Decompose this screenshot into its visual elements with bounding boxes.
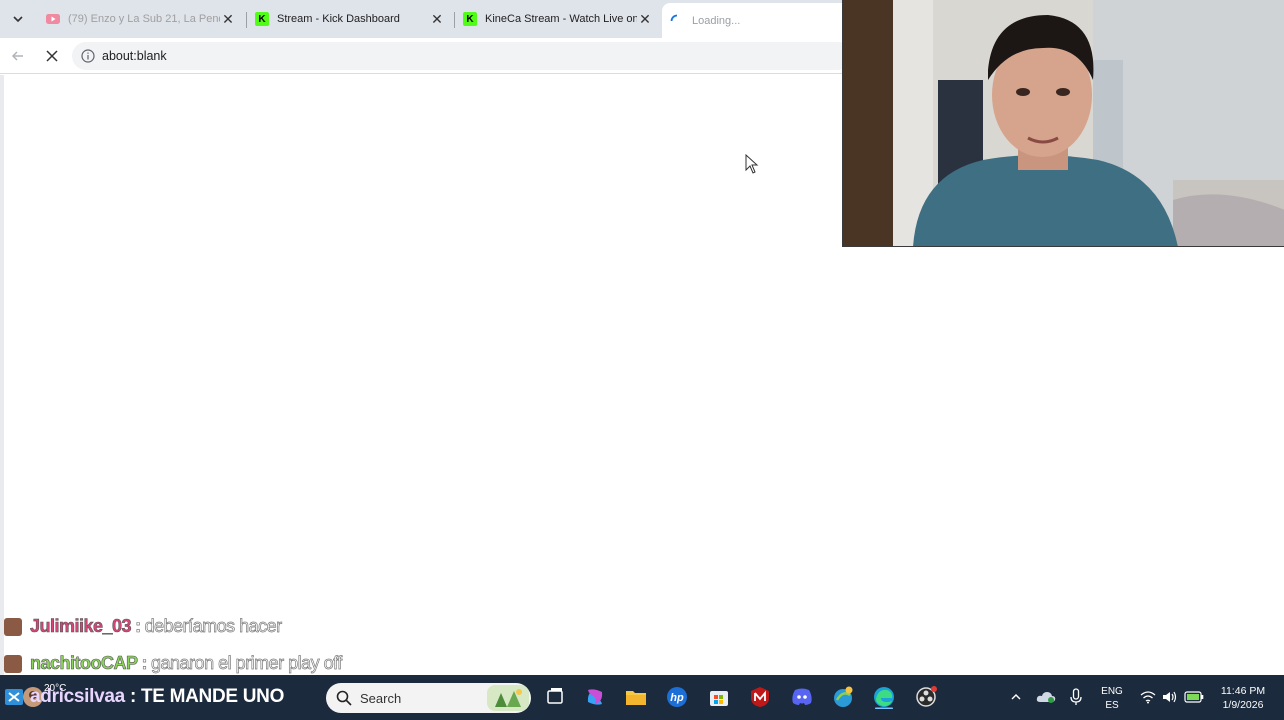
microsoft-store-icon[interactable] (707, 685, 731, 709)
widgets-icon[interactable] (4, 685, 24, 709)
kick-icon: K (255, 12, 269, 26)
browser-tab-strip: (79) Enzo y La Sub 21, La Pend ✕ K Strea… (0, 0, 852, 38)
clock-date: 1/9/2026 (1222, 699, 1264, 711)
browser-update-icon[interactable] (831, 685, 855, 709)
close-icon (46, 50, 58, 62)
windows-taskbar: 20°C adricsilvaa : TE MANDE UNO Search h… (0, 675, 1284, 720)
svg-text:hp: hp (670, 692, 684, 704)
edge-icon[interactable] (872, 685, 896, 709)
wifi-icon[interactable] (1136, 685, 1160, 709)
tab-title: Loading... (692, 14, 741, 27)
copilot-icon[interactable] (583, 685, 607, 709)
tab-title: KineCa Stream - Watch Live on (485, 13, 637, 25)
chevron-down-icon (13, 16, 23, 23)
hp-icon[interactable]: hp (665, 685, 689, 709)
tab-youtube[interactable]: (79) Enzo y La Sub 21, La Pend ✕ (38, 4, 244, 34)
chat-username: nachitooCAP (30, 653, 139, 674)
close-icon[interactable]: ✕ (429, 11, 445, 27)
search-icon (336, 690, 352, 706)
kick-icon: K (463, 12, 477, 26)
webcam-overlay (842, 0, 1284, 247)
banner-username: adricsilvaa (30, 686, 125, 707)
search-label: Search (360, 690, 402, 706)
chat-separator: : (135, 616, 142, 637)
tab-loading[interactable]: Loading... (662, 3, 852, 38)
search-highlight-icon (487, 685, 529, 711)
clock[interactable]: 11:46 PM 1/9/2026 (1210, 684, 1276, 712)
language-primary: ENG (1101, 686, 1123, 697)
battery-charging-icon[interactable] (1182, 685, 1206, 709)
browser-toolbar: about:blank (0, 38, 852, 74)
taskbar-search[interactable]: Search (326, 683, 531, 713)
arrow-left-icon (11, 51, 23, 61)
chat-message: nachitooCAP : ganaron el primer play off (4, 653, 343, 674)
task-view-icon[interactable] (543, 685, 567, 709)
close-icon[interactable]: ✕ (637, 11, 653, 27)
onedrive-icon[interactable] (1034, 685, 1058, 709)
tab-title: (79) Enzo y La Sub 21, La Pend (68, 13, 220, 25)
chat-username: Julimiike_03 (30, 616, 132, 637)
info-icon[interactable] (80, 48, 96, 64)
tab-kineca-stream[interactable]: K KineCa Stream - Watch Live on ✕ (455, 4, 661, 34)
mouse-cursor-icon (745, 154, 759, 174)
discord-icon[interactable] (790, 685, 814, 709)
language-secondary: ES (1105, 700, 1119, 711)
stop-loading-button[interactable] (40, 44, 64, 68)
avatar (4, 654, 22, 673)
microphone-icon[interactable] (1064, 685, 1088, 709)
tab-kick-dashboard[interactable]: K Stream - Kick Dashboard ✕ (247, 4, 453, 34)
address-url: about:blank (102, 49, 167, 63)
loading-spinner-icon (670, 14, 684, 28)
page-edge-divider (0, 75, 4, 675)
chat-text: ganaron el primer play off (151, 653, 343, 674)
back-button[interactable] (6, 44, 30, 68)
banner-separator: : (129, 686, 136, 707)
tab-search-button[interactable] (6, 7, 30, 31)
chat-message: Julimiike_03 : deberíamos hacer (4, 616, 283, 637)
obs-icon[interactable] (914, 685, 938, 709)
chat-text: deberíamos hacer (144, 616, 282, 637)
mcafee-icon[interactable] (748, 685, 772, 709)
tab-title: Stream - Kick Dashboard (277, 13, 400, 25)
banner-text: TE MANDE UNO (140, 686, 285, 707)
file-explorer-icon[interactable] (624, 685, 648, 709)
chat-highlight-banner: adricsilvaa : TE MANDE UNO (30, 686, 284, 708)
chat-separator: : (141, 653, 148, 674)
chevron-up-icon[interactable] (1004, 685, 1028, 709)
screen: (79) Enzo y La Sub 21, La Pend ✕ K Strea… (0, 0, 1284, 720)
language-indicator[interactable]: ENG ES (1094, 685, 1130, 713)
avatar (4, 617, 22, 636)
webcam-feed-image (843, 0, 1284, 246)
clock-time: 11:46 PM (1220, 685, 1266, 697)
close-icon[interactable]: ✕ (220, 11, 236, 27)
address-bar[interactable]: about:blank (72, 42, 852, 70)
youtube-icon (46, 12, 60, 26)
volume-icon[interactable] (1158, 685, 1182, 709)
